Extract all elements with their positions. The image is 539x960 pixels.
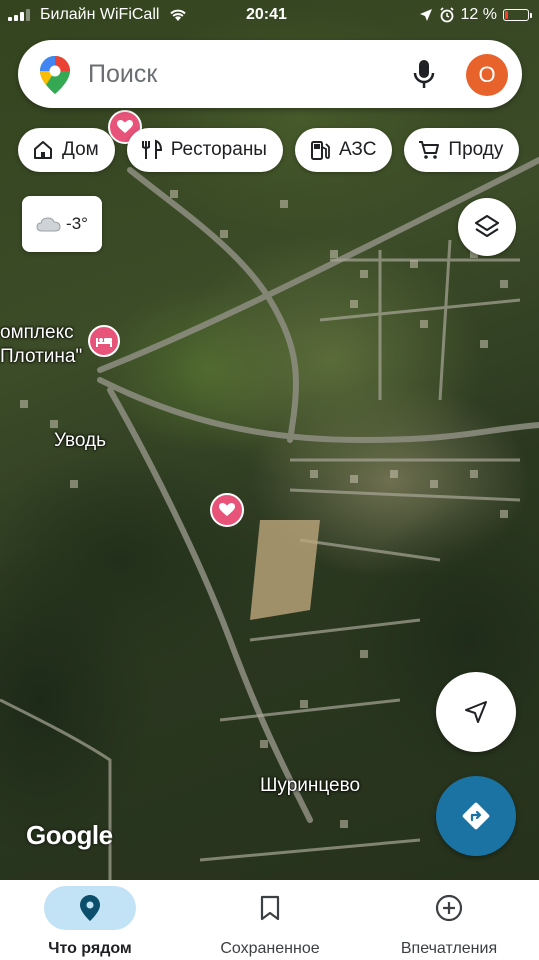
layers-icon xyxy=(474,214,500,238)
tab-contribute[interactable]: Впечатления xyxy=(359,880,539,960)
chip-label: АЗС xyxy=(338,139,377,160)
chip-home[interactable]: Дом xyxy=(18,128,115,172)
search-bar[interactable]: Поиск О xyxy=(18,40,522,108)
my-location-button[interactable] xyxy=(436,672,516,752)
chip-label: Дом xyxy=(62,139,99,160)
chip-restaurants[interactable]: Рестораны xyxy=(126,128,283,172)
home-icon xyxy=(34,141,52,159)
location-pin-icon xyxy=(80,895,100,921)
cart-icon xyxy=(419,141,440,159)
wifi-icon xyxy=(170,9,187,21)
search-input[interactable]: Поиск xyxy=(88,60,157,89)
temperature: -3° xyxy=(66,214,88,233)
alarm-icon xyxy=(439,7,454,23)
tab-label: Впечатления xyxy=(400,940,498,957)
battery-icon xyxy=(503,9,532,21)
add-circle-icon xyxy=(435,894,463,922)
google-attribution: Google xyxy=(26,820,113,850)
battery-percent: 12 % xyxy=(460,6,497,23)
microphone-icon[interactable] xyxy=(410,58,438,90)
tab-explore[interactable]: Что рядом xyxy=(0,880,180,960)
tab-label: Сохраненное xyxy=(220,940,320,957)
gas-station-icon xyxy=(310,141,330,160)
map-label-village-shurintsevo: Шуринцево xyxy=(260,775,361,796)
chip-groceries[interactable]: Проду xyxy=(404,128,520,172)
layers-button[interactable] xyxy=(458,198,516,256)
carrier-name: Билайн WiFiCall xyxy=(40,6,160,23)
map-label-complex: омплекс xyxy=(0,322,74,343)
clock: 20:41 xyxy=(246,6,287,23)
bottom-navigation: Что рядом Сохраненное Впечатления xyxy=(0,880,539,960)
status-bar: Билайн WiFiCall 20:41 12 % xyxy=(0,0,539,32)
category-chips: Дом Рестораны АЗС Проду xyxy=(18,128,520,172)
signal-icon xyxy=(8,9,30,21)
saved-place-heart-icon[interactable] xyxy=(210,493,244,527)
chip-gas-stations[interactable]: АЗС xyxy=(294,128,393,172)
weather-widget[interactable]: -3° xyxy=(22,196,102,252)
directions-button[interactable] xyxy=(436,776,516,856)
navigation-arrow-icon xyxy=(465,701,487,723)
account-avatar[interactable]: О xyxy=(466,54,508,96)
location-services-icon xyxy=(419,9,432,21)
directions-icon xyxy=(462,802,490,830)
cloud-icon xyxy=(36,217,61,232)
tab-label: Что рядом xyxy=(48,940,132,957)
chip-label: Проду xyxy=(448,139,504,160)
map-label-village-uvod: Уводь xyxy=(54,430,107,451)
restaurant-icon xyxy=(141,139,162,159)
hotel-marker-icon[interactable] xyxy=(88,325,120,357)
google-maps-logo-icon xyxy=(40,56,70,94)
chip-label: Рестораны xyxy=(170,139,267,160)
map-label-complex-name: Плотина" xyxy=(0,346,83,367)
tab-saved[interactable]: Сохраненное xyxy=(180,880,360,960)
bookmark-icon xyxy=(260,895,280,921)
